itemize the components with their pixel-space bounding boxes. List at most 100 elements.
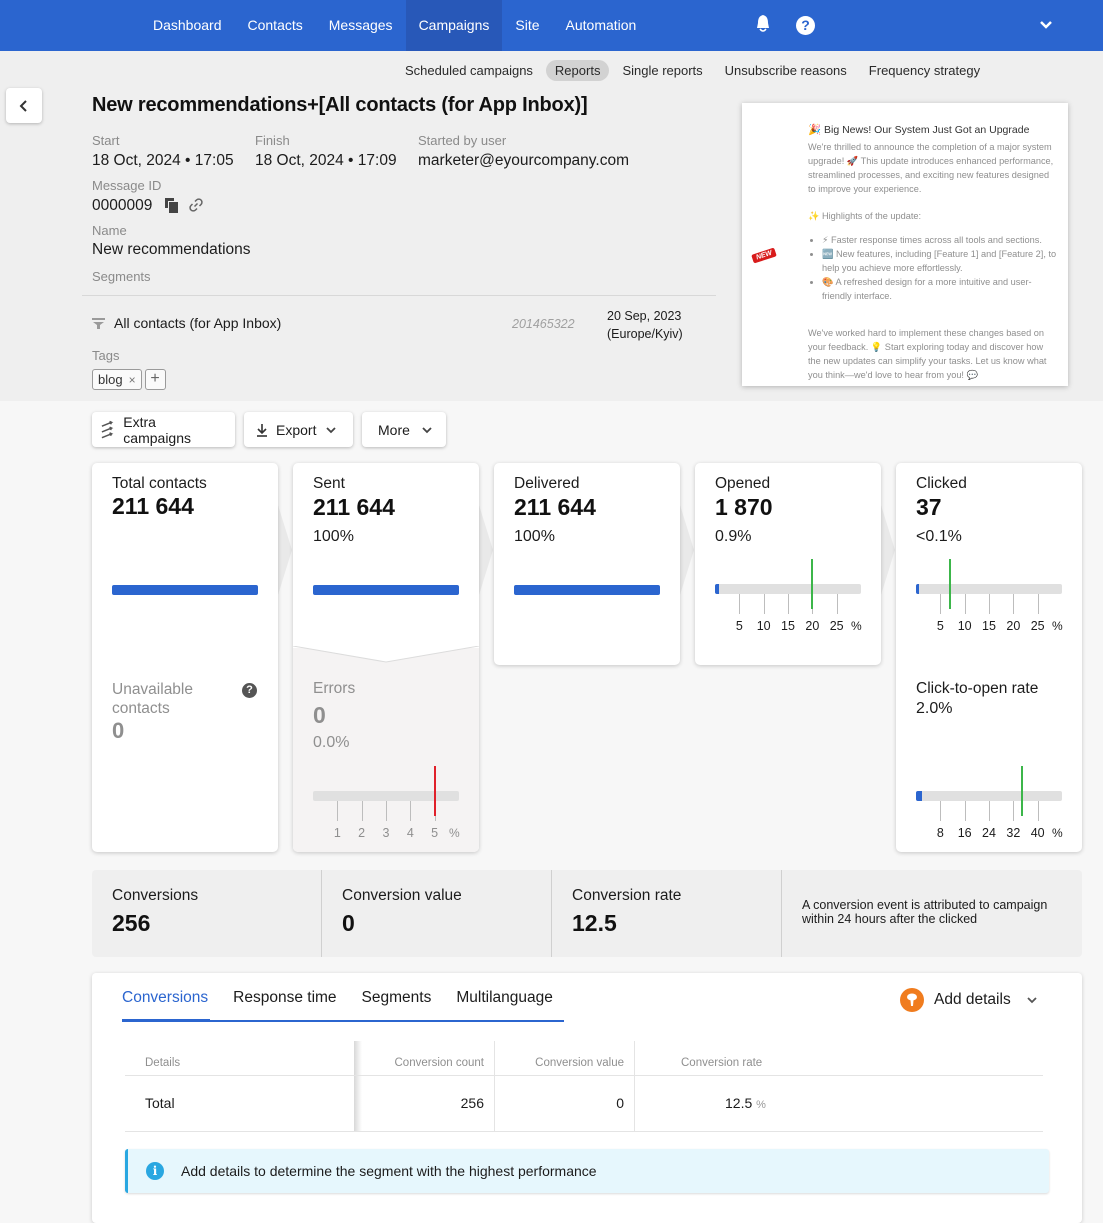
gauge-tick-label: 4 bbox=[406, 826, 414, 840]
segment-date-line1: 20 Sep, 2023 bbox=[607, 309, 682, 323]
subnav-frequency-strategy[interactable]: Frequency strategy bbox=[860, 60, 989, 81]
gauge-track bbox=[313, 791, 459, 801]
funnel-connector bbox=[680, 505, 694, 595]
gauge-tick-label: 5 bbox=[431, 826, 439, 840]
info-banner: i Add details to determine the segment w… bbox=[125, 1149, 1049, 1193]
gauge-tick bbox=[1013, 594, 1015, 614]
segment-row: All contacts (for App Inbox) 201465322 2… bbox=[92, 309, 712, 343]
info-icon: i bbox=[146, 1162, 164, 1180]
conversion-rate-label: Conversion rate bbox=[572, 887, 682, 904]
opened-gauge: 5 10 15 20 25% bbox=[715, 559, 862, 633]
total-contacts-card: Total contacts 211 644 Unavailable conta… bbox=[92, 463, 278, 852]
delivered-label: Delivered bbox=[514, 475, 580, 492]
nav-dashboard[interactable]: Dashboard bbox=[140, 0, 235, 51]
gauge-tick-label: 2 bbox=[358, 826, 366, 840]
sub-navigation: Scheduled campaigns Reports Single repor… bbox=[396, 60, 989, 81]
tab-segments[interactable]: Segments bbox=[362, 989, 432, 1019]
gauge-tick-label: 10 bbox=[756, 619, 771, 633]
chevron-down-icon bbox=[1027, 997, 1037, 1004]
new-badge: NEW bbox=[751, 247, 778, 264]
tag-chip: blog × bbox=[92, 369, 142, 390]
nav-site[interactable]: Site bbox=[502, 0, 552, 51]
extra-campaigns-label: Extra campaigns bbox=[123, 413, 191, 446]
segment-date: 20 Sep, 2023 (Europe/Kyiv) bbox=[607, 307, 683, 343]
opened-card: Opened 1 870 0.9% 5 10 15 20 25% bbox=[695, 463, 881, 665]
delivered-card: Delivered 211 644 100% bbox=[494, 463, 680, 665]
add-details-dropdown[interactable]: Add details bbox=[900, 988, 1037, 1012]
more-button[interactable]: More bbox=[362, 412, 446, 447]
gauge-track bbox=[715, 584, 861, 594]
segment-name[interactable]: All contacts (for App Inbox) bbox=[114, 315, 281, 331]
preview-outro: We've worked hard to implement these cha… bbox=[808, 328, 1047, 380]
segment-count: 201465322 bbox=[512, 317, 575, 331]
col-header-details: Details bbox=[145, 1057, 181, 1069]
preview-bullets: ⚡ Faster response times across all tools… bbox=[808, 233, 1058, 303]
gauge-tick bbox=[964, 594, 966, 614]
gauge-tick-label: 24 bbox=[982, 826, 996, 840]
bell-icon[interactable] bbox=[754, 14, 772, 34]
preview-bullet: 🆕 New features, including [Feature 1] an… bbox=[822, 247, 1058, 275]
nav-automation[interactable]: Automation bbox=[553, 0, 650, 51]
gauge-tick-label: 16 bbox=[957, 826, 972, 840]
subnav-unsubscribe-reasons[interactable]: Unsubscribe reasons bbox=[716, 60, 856, 81]
row-conversion-count: 256 bbox=[460, 1095, 484, 1111]
col-header-conversion-count: Conversion count bbox=[394, 1057, 485, 1069]
cto-gauge: 8 16 24 32 40% bbox=[916, 766, 1063, 840]
gauge-tick-label: 25 bbox=[1030, 619, 1045, 633]
delivered-bar bbox=[514, 585, 660, 595]
message-preview[interactable]: NEW 🎉 Big News! Our System Just Got an U… bbox=[742, 103, 1068, 386]
back-button[interactable] bbox=[6, 88, 42, 123]
sent-percent: 100% bbox=[313, 528, 354, 545]
start-label: Start bbox=[92, 133, 120, 148]
gauge-benchmark-marker bbox=[433, 766, 436, 816]
subnav-single-reports[interactable]: Single reports bbox=[613, 60, 711, 81]
gauge-tick-label: 1 bbox=[333, 826, 341, 840]
segments-label: Segments bbox=[92, 269, 151, 284]
column-divider bbox=[494, 1041, 495, 1131]
tab-response-time[interactable]: Response time bbox=[233, 989, 336, 1019]
extra-campaigns-button[interactable]: Extra campaigns bbox=[92, 412, 235, 447]
conversion-value-cell: Conversion value 0 bbox=[322, 870, 552, 957]
row-conversion-rate-value: 12.5 bbox=[725, 1095, 753, 1111]
nav-contacts[interactable]: Contacts bbox=[235, 0, 316, 51]
gauge-tick bbox=[964, 801, 966, 821]
tab-multilanguage[interactable]: Multilanguage bbox=[456, 989, 553, 1019]
more-label: More bbox=[378, 421, 410, 438]
row-conversion-value: 0 bbox=[616, 1095, 624, 1111]
help-icon[interactable]: ? bbox=[242, 683, 257, 698]
tab-conversions[interactable]: Conversions bbox=[122, 989, 208, 1019]
gauge-fill bbox=[715, 584, 720, 594]
col-header-conversion-rate: Conversion rate bbox=[681, 1057, 763, 1069]
tag-remove-icon[interactable]: × bbox=[129, 373, 136, 387]
total-contacts-value: 211 644 bbox=[112, 493, 194, 519]
gauge-tick-label: 10 bbox=[957, 619, 972, 633]
gauge-fill bbox=[916, 584, 919, 594]
unavailable-contacts-label: Unavailable contacts bbox=[112, 681, 193, 717]
gauge-tick bbox=[337, 801, 339, 821]
gauge-tick-label: 32 bbox=[1006, 826, 1021, 840]
active-tab-indicator bbox=[122, 1019, 210, 1022]
gauge-tick bbox=[1013, 801, 1015, 821]
download-icon bbox=[257, 423, 267, 437]
gauge-unit: % bbox=[851, 619, 862, 633]
funnel-connector bbox=[479, 505, 493, 595]
nav-campaigns[interactable]: Campaigns bbox=[405, 0, 503, 51]
nav-messages[interactable]: Messages bbox=[316, 0, 406, 51]
chevron-down-icon bbox=[422, 426, 432, 433]
subnav-reports[interactable]: Reports bbox=[545, 60, 610, 81]
help-icon[interactable]: ? bbox=[796, 16, 815, 35]
column-divider bbox=[634, 1041, 635, 1131]
subnav-scheduled-campaigns[interactable]: Scheduled campaigns bbox=[396, 60, 542, 81]
link-icon[interactable] bbox=[188, 197, 204, 213]
export-button[interactable]: Export bbox=[244, 412, 353, 447]
gauge-tick-label: 8 bbox=[936, 826, 944, 840]
started-by-label: Started by user bbox=[418, 133, 507, 148]
add-tag-button[interactable]: + bbox=[144, 369, 166, 390]
extra-campaigns-icon bbox=[101, 420, 114, 438]
tag-label: blog bbox=[98, 372, 123, 387]
segment-date-line2: (Europe/Kyiv) bbox=[607, 327, 683, 341]
chevron-down-icon[interactable] bbox=[1038, 18, 1054, 32]
copy-icon[interactable] bbox=[165, 197, 178, 213]
row-details: Total bbox=[145, 1095, 175, 1111]
filter-icon bbox=[900, 988, 924, 1012]
